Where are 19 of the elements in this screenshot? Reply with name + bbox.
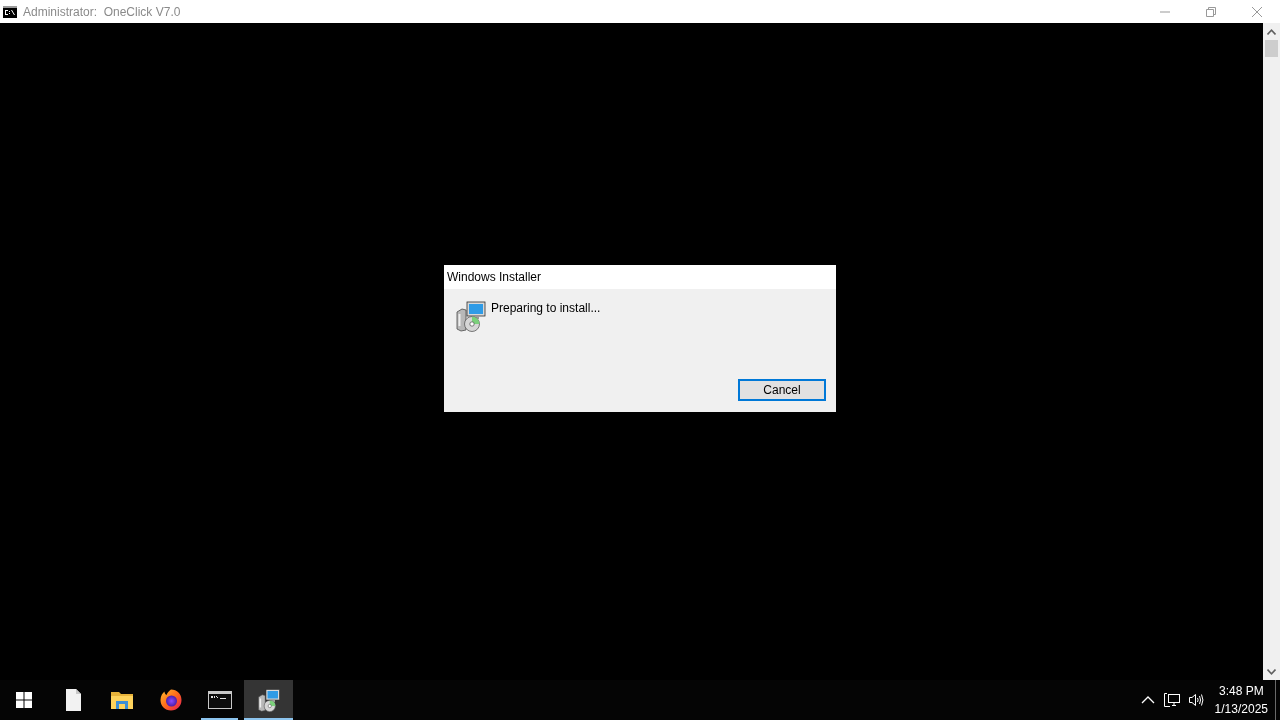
restore-icon (1206, 6, 1216, 17)
taskbar-button[interactable] (244, 680, 293, 720)
computer-disc-icon (256, 688, 281, 712)
caret-down-icon (1267, 668, 1276, 675)
flame-globe-icon (158, 688, 183, 712)
dialog-message: Preparing to install... (491, 301, 601, 315)
network-monitor-icon (1163, 692, 1180, 708)
terminal-icon (207, 688, 232, 712)
cancel-button[interactable]: Cancel (738, 379, 826, 401)
window-title: Administrator: OneClick V7.0 (23, 4, 181, 19)
caret-up-icon (1267, 28, 1276, 35)
console-icon (3, 5, 17, 18)
speaker-icon (1187, 692, 1204, 708)
computer-disc-icon (455, 299, 487, 333)
four-squares-icon (16, 692, 32, 708)
dialog-title: Windows Installer (447, 270, 542, 284)
scroll-thumb[interactable] (1265, 40, 1278, 57)
clock-button[interactable]: 3:48 PM 1/13/2025 (1207, 680, 1275, 720)
close-icon (1252, 6, 1262, 17)
